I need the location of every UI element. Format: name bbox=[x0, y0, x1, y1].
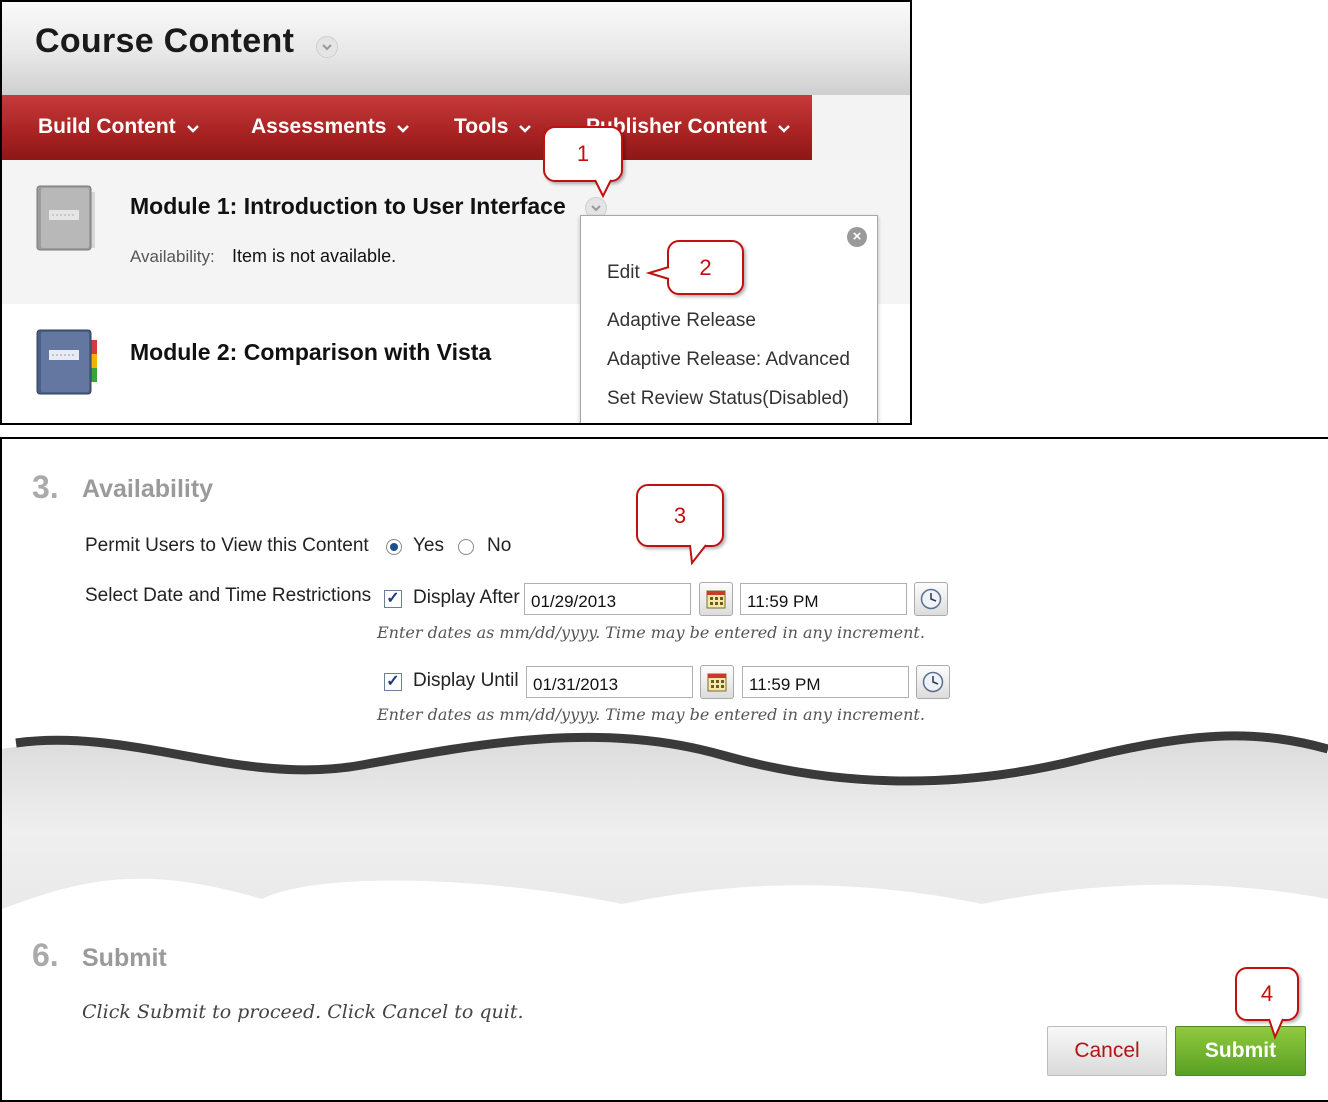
tools-menu[interactable]: Tools bbox=[454, 115, 532, 139]
chevron-down-icon[interactable] bbox=[316, 36, 338, 58]
display-until-label: Display Until bbox=[413, 670, 519, 691]
permit-no-radio[interactable] bbox=[458, 539, 474, 555]
permit-yes-label: Yes bbox=[413, 535, 444, 556]
permit-no-label: No bbox=[487, 535, 512, 556]
section-heading: Submit bbox=[82, 944, 167, 972]
course-content-panel: Course Content Build Content Assessments… bbox=[0, 0, 912, 425]
module-title[interactable]: Module 1: Introduction to User Interface bbox=[130, 193, 566, 220]
action-bar-spacer bbox=[812, 95, 910, 161]
menu-item-adaptive-release[interactable]: Adaptive Release bbox=[607, 310, 756, 332]
callout-pointer bbox=[1268, 1018, 1284, 1040]
display-until-date-field[interactable]: 01/31/2013 bbox=[526, 666, 693, 698]
callout-number: 4 bbox=[1235, 967, 1299, 1021]
module-folder-icon bbox=[36, 185, 95, 251]
section-number: 3. bbox=[32, 469, 59, 505]
chevron-down-icon bbox=[186, 125, 199, 133]
section-number: 6. bbox=[32, 937, 59, 973]
display-until-checkbox[interactable]: ✓ bbox=[384, 673, 402, 691]
clock-icon[interactable] bbox=[916, 665, 950, 699]
availability-label: Availability: bbox=[130, 247, 215, 266]
callout-pointer bbox=[645, 266, 670, 280]
build-content-label: Build Content bbox=[38, 115, 176, 138]
permit-users-label: Permit Users to View this Content bbox=[85, 535, 369, 556]
callout-pointer bbox=[689, 544, 707, 566]
page-header: Course Content bbox=[2, 2, 910, 96]
cancel-button[interactable]: Cancel bbox=[1047, 1026, 1167, 1076]
menu-item-set-review-status[interactable]: Set Review Status(Disabled) bbox=[607, 388, 849, 410]
item-settings-panel: 3. Availability Permit Users to View thi… bbox=[0, 437, 1328, 1102]
action-bar: Build Content Assessments Tools Publishe… bbox=[2, 95, 812, 160]
display-after-date-field[interactable]: 01/29/2013 bbox=[524, 583, 691, 615]
clock-icon[interactable] bbox=[914, 582, 948, 616]
close-icon[interactable]: × bbox=[847, 227, 867, 247]
chevron-down-icon bbox=[519, 125, 532, 133]
module-folder-icon bbox=[36, 329, 97, 395]
display-after-label: Display After bbox=[413, 587, 520, 608]
assessments-label: Assessments bbox=[251, 115, 387, 138]
availability-value: Item is not available. bbox=[232, 246, 397, 266]
callout-number: 2 bbox=[667, 240, 744, 295]
submit-instructions: Click Submit to proceed. Click Cancel to… bbox=[82, 1001, 524, 1023]
chevron-down-icon bbox=[777, 125, 790, 133]
calendar-icon[interactable] bbox=[700, 665, 734, 699]
assessments-menu[interactable]: Assessments bbox=[251, 115, 410, 139]
module-title[interactable]: Module 2: Comparison with Vista bbox=[130, 339, 491, 366]
callout-number: 1 bbox=[543, 126, 623, 182]
permit-yes-radio[interactable] bbox=[386, 539, 402, 555]
chevron-down-icon bbox=[397, 125, 410, 133]
date-format-hint: Enter dates as mm/dd/yyyy. Time may be e… bbox=[377, 705, 925, 724]
build-content-menu[interactable]: Build Content bbox=[38, 115, 200, 139]
menu-item-edit[interactable]: Edit bbox=[607, 262, 640, 284]
date-format-hint: Enter dates as mm/dd/yyyy. Time may be e… bbox=[377, 623, 925, 642]
tools-label: Tools bbox=[454, 115, 509, 138]
callout-number: 3 bbox=[636, 484, 724, 547]
calendar-icon[interactable] bbox=[699, 582, 733, 616]
section-heading: Availability bbox=[82, 475, 214, 503]
page-title: Course Content bbox=[35, 22, 295, 60]
date-restrictions-label: Select Date and Time Restrictions bbox=[85, 585, 372, 606]
display-after-checkbox[interactable]: ✓ bbox=[384, 590, 402, 608]
display-after-time-field[interactable]: 11:59 PM bbox=[740, 583, 907, 615]
page-break-illustration bbox=[2, 731, 1328, 929]
display-until-time-field[interactable]: 11:59 PM bbox=[742, 666, 909, 698]
callout-pointer bbox=[594, 179, 612, 199]
menu-item-adaptive-release-advanced[interactable]: Adaptive Release: Advanced bbox=[607, 349, 850, 371]
